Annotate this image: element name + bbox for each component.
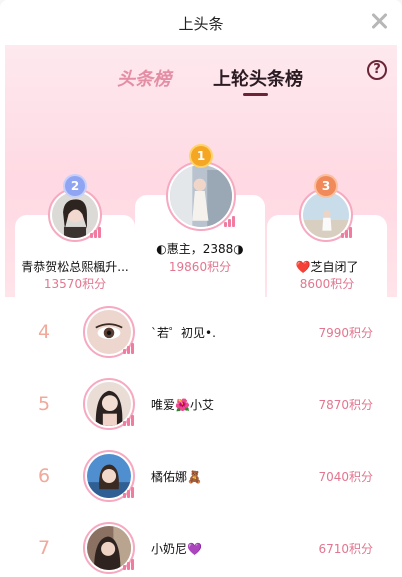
close-icon[interactable] [366, 8, 392, 34]
tab-last-round[interactable]: 上轮头条榜 [213, 65, 303, 91]
level-icon [341, 226, 353, 238]
avatar-image [170, 165, 232, 227]
user-points: 7040积分 [318, 470, 373, 484]
avatar[interactable] [83, 450, 135, 502]
dialog-title: 上头条 [178, 15, 224, 33]
podium-name: ◐惠主，2388◑ [156, 242, 244, 256]
dialog-header: 上头条 [0, 0, 402, 46]
podium-points: 8600积分 [299, 277, 355, 291]
user-name: 小奶尼💜 [151, 542, 202, 556]
avatar[interactable] [299, 188, 353, 242]
avatar[interactable] [166, 161, 236, 231]
rank-number: 5 [38, 393, 51, 415]
ranking-list: 4 `若゜初见•. 7990积分 5 唯爱🌺小艾 7870积分 6 橘佑娜🧸 7… [5, 297, 397, 577]
user-points: 7990积分 [318, 326, 373, 340]
user-points: 6710积分 [318, 542, 373, 556]
list-item[interactable]: 6 橘佑娜🧸 7040积分 [5, 441, 397, 513]
bronze-medal-icon: 3 [307, 176, 345, 196]
podium-name: 青恭贺松总熙楓升... [21, 260, 129, 274]
list-item[interactable]: 7 小奶尼💜 6710积分 [5, 513, 397, 577]
top-three-section: 头条榜 上轮头条榜 ? 青恭贺松总熙楓升... 13570积分 ◐惠主，2388… [5, 45, 397, 299]
level-icon [90, 226, 102, 238]
podium-points: 19860积分 [168, 260, 232, 274]
leaderboard-dialog: 上头条 头条榜 上轮头条榜 ? 青恭贺松总熙楓升... 13570积分 ◐惠主，… [0, 0, 402, 577]
gold-medal-icon: 1 [182, 146, 220, 166]
avatar[interactable] [48, 188, 102, 242]
user-points: 7870积分 [318, 398, 373, 412]
active-tab-indicator [243, 93, 268, 96]
level-icon [123, 342, 135, 354]
avatar[interactable] [83, 522, 135, 574]
silver-medal-icon: 2 [56, 176, 94, 196]
avatar[interactable] [83, 378, 135, 430]
level-icon [123, 558, 135, 570]
avatar[interactable] [83, 306, 135, 358]
podium-points: 13570积分 [43, 277, 107, 291]
list-item[interactable]: 5 唯爱🌺小艾 7870积分 [5, 369, 397, 441]
rank-number: 6 [38, 465, 51, 487]
level-icon [224, 215, 236, 227]
user-name: `若゜初见•. [151, 326, 216, 340]
rank-number: 7 [38, 537, 51, 559]
level-icon [123, 414, 135, 426]
help-icon[interactable]: ? [367, 60, 387, 80]
user-name: 唯爱🌺小艾 [151, 398, 214, 412]
podium-name: ❤️芝自闭了 [295, 260, 359, 274]
level-icon [123, 486, 135, 498]
tab-leaderboard[interactable]: 头条榜 [117, 65, 171, 91]
list-item[interactable]: 4 `若゜初见•. 7990积分 [5, 297, 397, 369]
rank-number: 4 [38, 321, 51, 343]
user-name: 橘佑娜🧸 [151, 470, 202, 484]
